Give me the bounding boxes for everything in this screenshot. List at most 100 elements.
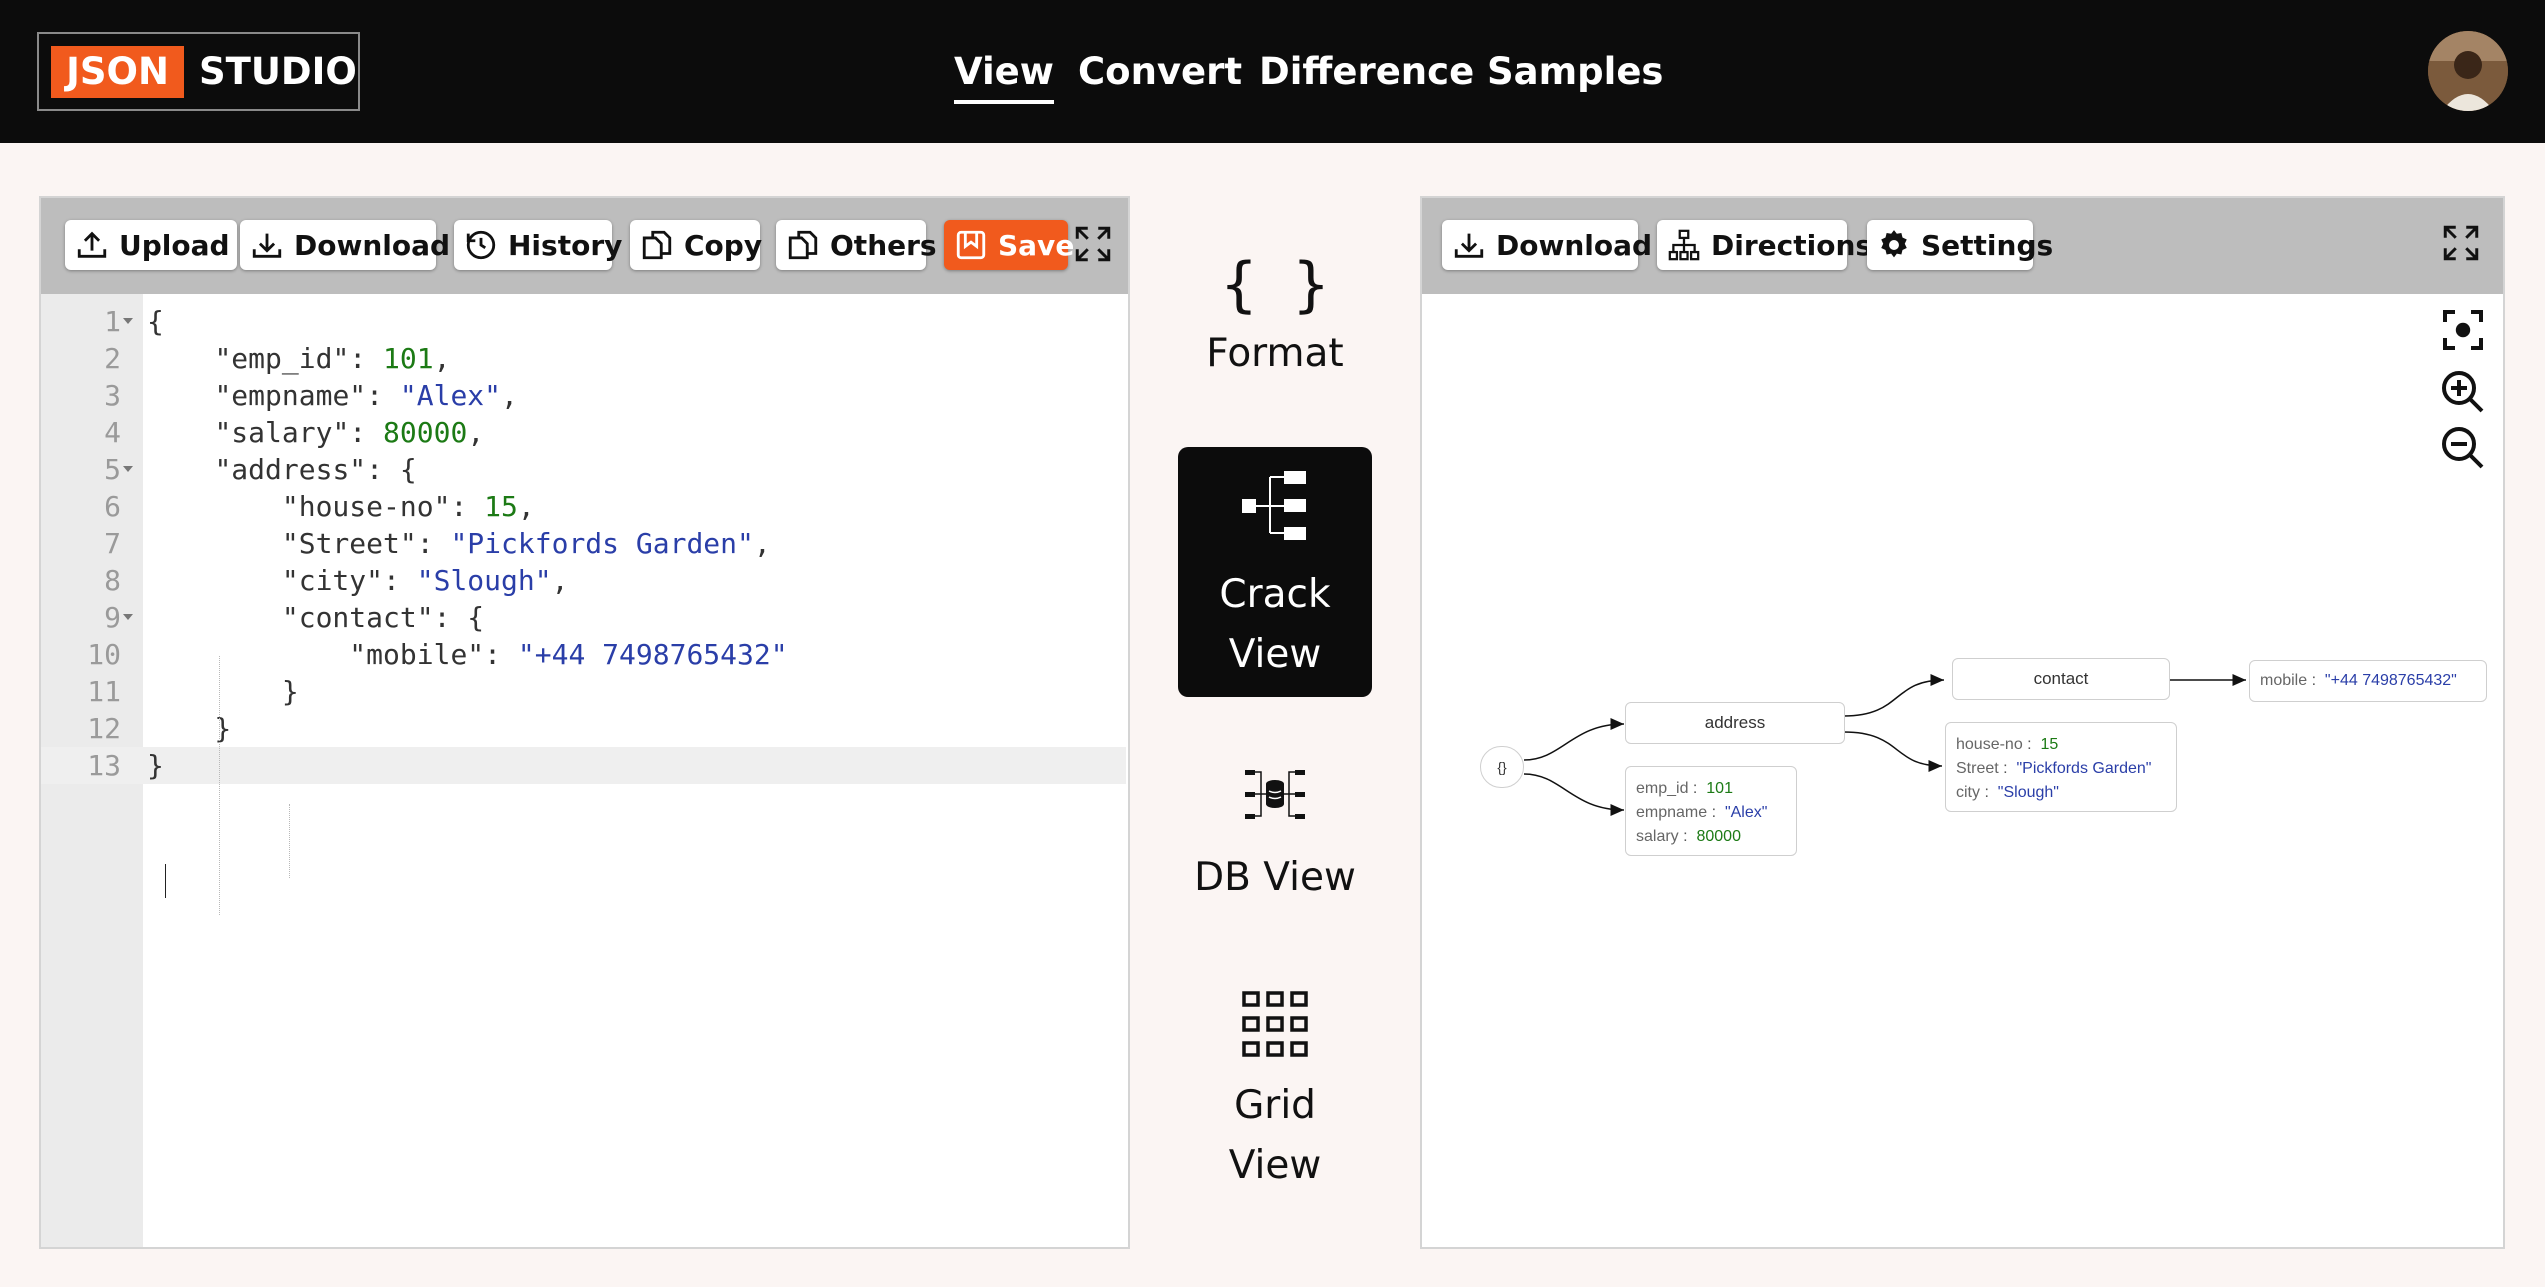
copy-button[interactable]: Copy bbox=[630, 220, 763, 270]
line-number: 4 bbox=[104, 416, 121, 449]
nav-difference[interactable]: Difference bbox=[1259, 44, 1474, 100]
top-navbar: JSON STUDIO View Convert Difference Samp… bbox=[0, 0, 2545, 143]
line-number: 8 bbox=[104, 564, 121, 597]
line-number: 2 bbox=[104, 342, 121, 375]
code-line[interactable]: 2 "emp_id": 101, bbox=[41, 340, 1126, 377]
code-text: } bbox=[147, 749, 164, 782]
curly-braces-icon: { } bbox=[1220, 250, 1330, 320]
line-number: 9 bbox=[104, 601, 121, 634]
graph-panel: Download Directions Settings {} address … bbox=[1420, 196, 2505, 1249]
fold-toggle-icon[interactable] bbox=[123, 614, 133, 620]
code-text: "emp_id": 101, bbox=[214, 342, 451, 375]
mobile-node[interactable]: mobile : "+44 7498765432" bbox=[2249, 660, 2487, 702]
grid-view-label-1: Grid bbox=[1234, 1083, 1316, 1128]
download-label: Download bbox=[294, 228, 451, 262]
code-line[interactable]: 8 "city": "Slough", bbox=[41, 562, 1126, 599]
line-number: 10 bbox=[87, 638, 121, 671]
crack-view-label-2: View bbox=[1228, 632, 1322, 677]
save-button[interactable]: Save bbox=[944, 220, 1074, 270]
code-line[interactable]: 1{ bbox=[41, 303, 1126, 340]
code-line[interactable]: 13} bbox=[41, 747, 1126, 784]
contact-node[interactable]: contact bbox=[1952, 658, 2170, 700]
node-field-emp_id: emp_id : 101 bbox=[1636, 780, 1733, 797]
crack-view-label-1: Crack bbox=[1219, 572, 1331, 617]
upload-icon bbox=[77, 231, 107, 258]
line-number: 7 bbox=[104, 527, 121, 560]
format-label: Format bbox=[1206, 331, 1344, 376]
indent-guide bbox=[289, 804, 290, 878]
code-line[interactable]: 5 "address": { bbox=[41, 451, 1126, 488]
tree-icon bbox=[1242, 471, 1306, 540]
code-text: "mobile": "+44 7498765432" bbox=[349, 638, 788, 671]
address-node[interactable]: address bbox=[1625, 702, 1845, 744]
avatar-image bbox=[2428, 31, 2508, 111]
logo[interactable]: JSON STUDIO bbox=[37, 32, 360, 111]
logo-json-text: JSON bbox=[51, 46, 184, 98]
code-text: "Street": "Pickfords Garden", bbox=[281, 527, 771, 560]
avatar[interactable] bbox=[2428, 31, 2508, 111]
nav-samples[interactable]: Samples bbox=[1487, 44, 1663, 100]
bookmark-icon bbox=[956, 230, 986, 260]
documents-icon bbox=[788, 230, 818, 260]
upload-label: Upload bbox=[119, 228, 230, 262]
code-text: "city": "Slough", bbox=[281, 564, 569, 597]
code-line[interactable]: 9 "contact": { bbox=[41, 599, 1126, 636]
history-button[interactable]: History bbox=[454, 220, 622, 270]
line-number: 1 bbox=[104, 305, 121, 338]
upload-button[interactable]: Upload bbox=[65, 220, 237, 270]
node-field-house-no: house-no : 15 bbox=[1956, 736, 2059, 753]
grid-view-label-2: View bbox=[1228, 1143, 1322, 1188]
emp-node[interactable]: emp_id : 101 empname : "Alex" salary : 8… bbox=[1625, 766, 1797, 856]
node-field-street: Street : "Pickfords Garden" bbox=[1956, 760, 2152, 777]
fold-toggle-icon[interactable] bbox=[123, 318, 133, 324]
download-button[interactable]: Download bbox=[240, 220, 450, 270]
code-text: } bbox=[147, 675, 299, 708]
code-line[interactable]: 10 "mobile": "+44 7498765432" bbox=[41, 636, 1126, 673]
code-line[interactable]: 6 "house-no": 15, bbox=[41, 488, 1126, 525]
others-label: Others bbox=[830, 228, 937, 262]
database-icon bbox=[1245, 770, 1305, 819]
code-line[interactable]: 11 } bbox=[41, 673, 1126, 710]
code-line[interactable]: 3 "empname": "Alex", bbox=[41, 377, 1126, 414]
line-number: 13 bbox=[87, 749, 121, 782]
save-label: Save bbox=[998, 228, 1075, 262]
line-number: 11 bbox=[87, 675, 121, 708]
line-number: 5 bbox=[104, 453, 121, 486]
db-view-button[interactable]: DB View bbox=[1178, 766, 1372, 906]
code-text: { bbox=[147, 305, 164, 338]
expand-icon[interactable] bbox=[1072, 223, 1114, 265]
copy-icon bbox=[642, 230, 672, 260]
root-node[interactable]: {} bbox=[1480, 746, 1524, 788]
editor-toolbar: Upload Download History Copy Others Save bbox=[41, 198, 1128, 294]
crack-view-button[interactable]: Crack View bbox=[1178, 447, 1372, 697]
indent-guide bbox=[219, 656, 220, 915]
history-label: History bbox=[508, 228, 623, 262]
node-field-empname: empname : "Alex" bbox=[1636, 804, 1768, 821]
code-text: "salary": 80000, bbox=[214, 416, 485, 449]
grid-view-button[interactable]: Grid View bbox=[1178, 990, 1372, 1190]
nav-convert[interactable]: Convert bbox=[1078, 44, 1242, 100]
copy-label: Copy bbox=[684, 228, 763, 262]
download-icon bbox=[252, 233, 282, 258]
code-text: "empname": "Alex", bbox=[214, 379, 518, 412]
db-view-label: DB View bbox=[1194, 855, 1356, 900]
logo-studio-text: STUDIO bbox=[199, 50, 357, 93]
editor-panel: Upload Download History Copy Others Save… bbox=[39, 196, 1130, 1249]
code-text: "address": { bbox=[214, 453, 417, 486]
fold-toggle-icon[interactable] bbox=[123, 466, 133, 472]
line-number: 12 bbox=[87, 712, 121, 745]
address-fields-node[interactable]: house-no : 15 Street : "Pickfords Garden… bbox=[1945, 722, 2177, 812]
grid-icon bbox=[1242, 991, 1308, 1057]
others-button[interactable]: Others bbox=[776, 220, 937, 270]
line-number: 3 bbox=[104, 379, 121, 412]
code-line[interactable]: 12 } bbox=[41, 710, 1126, 747]
nav-view[interactable]: View bbox=[954, 44, 1054, 104]
format-button[interactable]: { } Format bbox=[1178, 246, 1372, 396]
code-line[interactable]: 7 "Street": "Pickfords Garden", bbox=[41, 525, 1126, 562]
history-icon bbox=[466, 230, 496, 260]
code-line[interactable]: 4 "salary": 80000, bbox=[41, 414, 1126, 451]
node-field-salary: salary : 80000 bbox=[1636, 828, 1741, 845]
line-number: 6 bbox=[104, 490, 121, 523]
text-cursor bbox=[165, 864, 166, 898]
node-field-city: city : "Slough" bbox=[1956, 784, 2059, 801]
